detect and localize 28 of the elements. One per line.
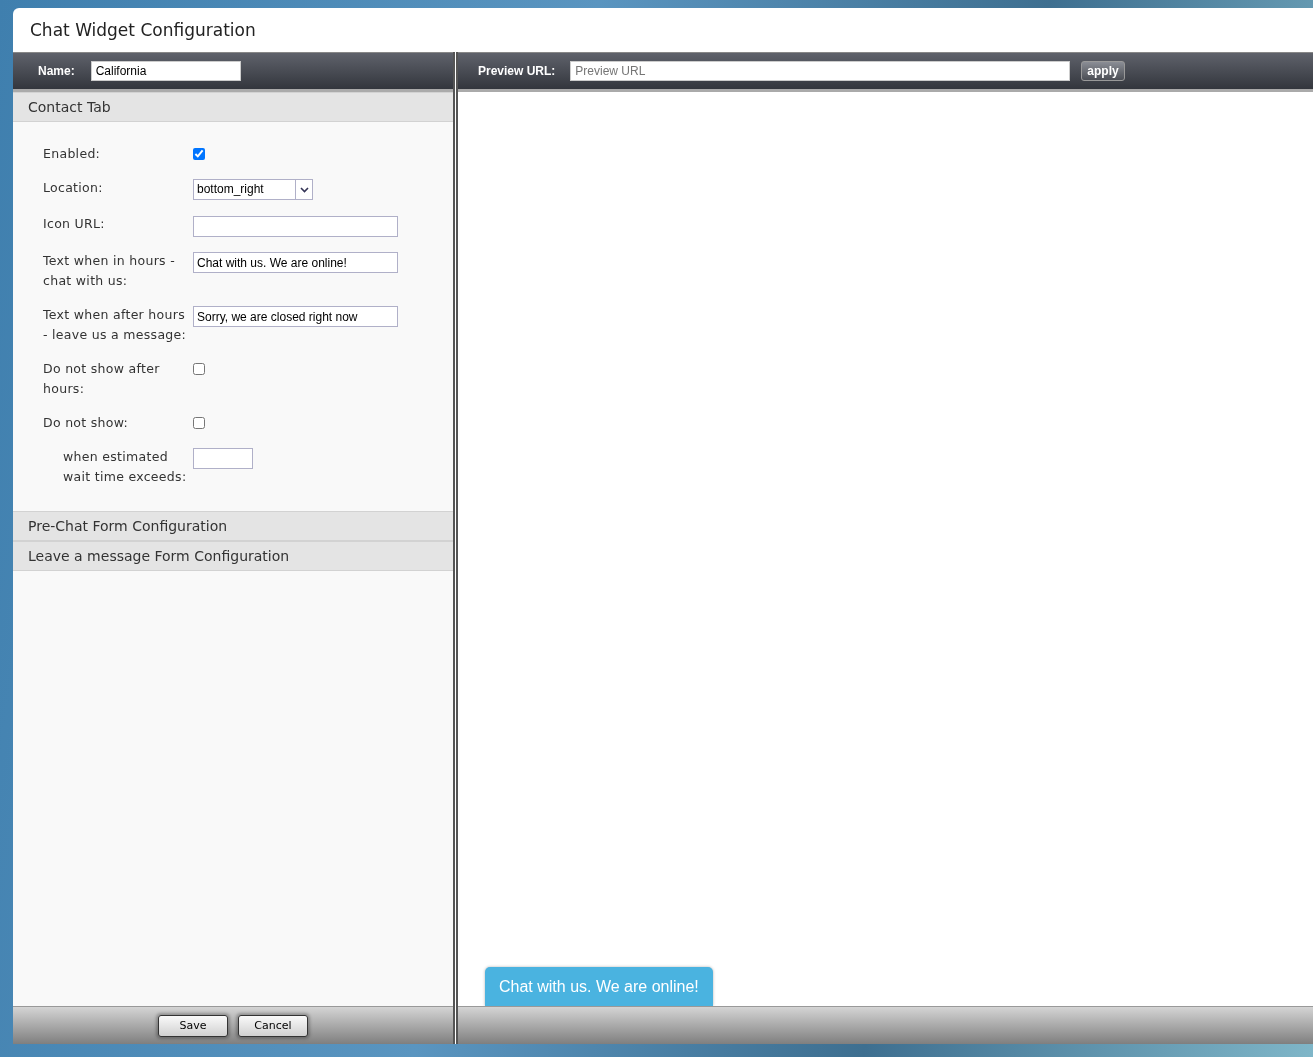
input-field[interactable] xyxy=(193,448,253,469)
field-label: Do not show: xyxy=(43,413,130,432)
footer-button[interactable]: Save xyxy=(158,1014,228,1037)
name-label: Name: xyxy=(38,64,75,78)
checkbox[interactable] xyxy=(193,362,205,375)
apply-button[interactable]: apply xyxy=(1081,61,1125,81)
footer-button[interactable]: Cancel xyxy=(238,1014,308,1037)
field-label: Text when after hours - leave us a message: xyxy=(43,305,188,344)
window-title: Chat Widget Configuration xyxy=(29,19,257,42)
checkbox[interactable] xyxy=(193,416,205,429)
field-label: Icon URL: xyxy=(43,215,106,233)
input-field[interactable]: Sorry, we are closed right now xyxy=(193,306,398,327)
field-label: when estimated wait time exceeds: xyxy=(62,447,188,486)
input-field[interactable] xyxy=(193,215,398,237)
field-label: Enabled: xyxy=(43,145,102,163)
preview-url-label: Preview URL: xyxy=(478,64,556,78)
section-header[interactable]: Contact Tab xyxy=(13,92,453,122)
name-field[interactable]: California xyxy=(90,61,241,81)
section-header[interactable]: Leave a message Form Configuration xyxy=(13,540,453,571)
checkbox[interactable] xyxy=(193,148,205,160)
section-header[interactable]: Pre-Chat Form Configuration xyxy=(13,510,453,541)
preview-url-field[interactable]: Preview URL xyxy=(570,61,1071,81)
caret-icon xyxy=(299,186,309,193)
field-label: Location: xyxy=(43,179,104,197)
field-label: Do not show after hours: xyxy=(43,359,161,398)
field-label: Text when in hours - chat with us: xyxy=(43,251,176,290)
input-field[interactable]: Chat with us. We are online! xyxy=(193,252,398,273)
location-dropdown[interactable]: bottom_right xyxy=(193,179,313,200)
